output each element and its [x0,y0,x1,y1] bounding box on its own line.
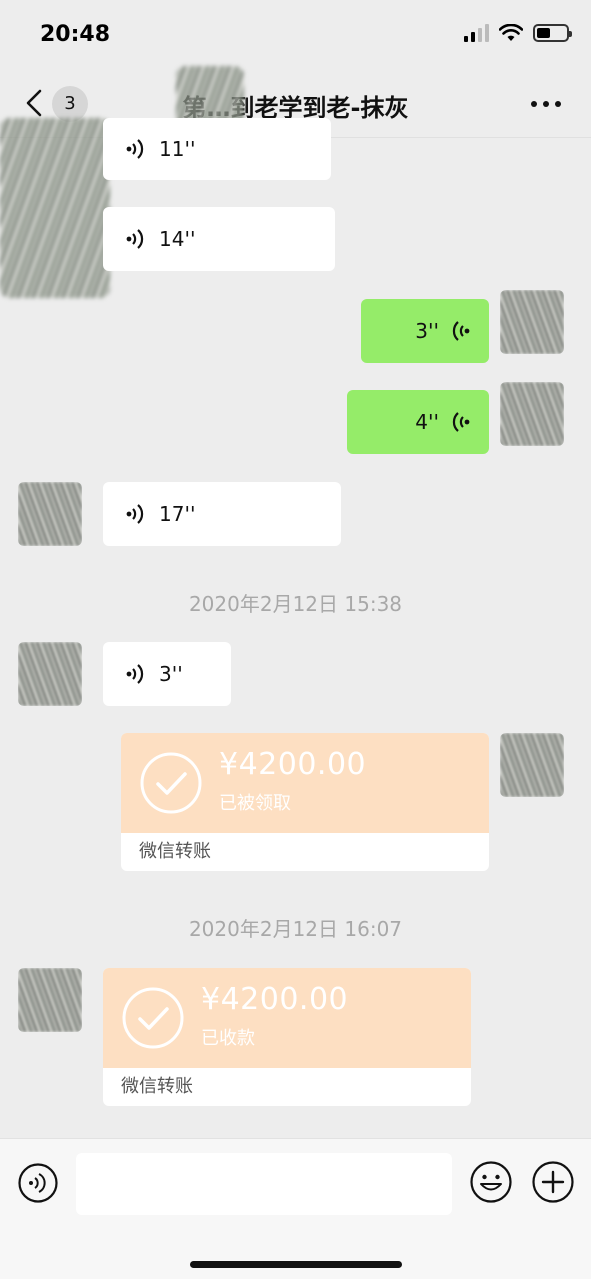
voice-duration: 3'' [415,319,439,343]
voice-duration: 17'' [159,502,196,526]
voice-duration: 14'' [159,227,196,251]
chat-input-bar [0,1138,591,1279]
voice-duration: 3'' [159,662,183,686]
voice-duration: 11'' [159,137,196,161]
status-icons [464,24,572,42]
transfer-status: 已收款 [201,1028,255,1049]
plus-icon[interactable] [532,1161,574,1203]
voice-message[interactable]: 3'' [103,642,231,706]
wifi-icon [499,24,523,41]
voice-icon [126,229,144,249]
transfer-card-top: ¥4200.00 已收款 [103,968,471,1068]
contact-avatar[interactable] [18,968,82,1032]
transfer-status: 已被领取 [219,793,291,814]
emoji-icon[interactable] [470,1161,512,1203]
more-options-icon[interactable] [531,92,561,116]
battery-icon [533,24,572,42]
voice-message[interactable]: 4'' [347,390,489,454]
voice-message[interactable]: 14'' [103,207,335,271]
home-indicator[interactable] [190,1261,402,1268]
transfer-amount: ¥4200.00 [201,982,349,1017]
check-icon [140,752,202,814]
voice-input-icon[interactable] [18,1163,58,1203]
contact-avatar[interactable] [18,642,82,706]
my-avatar[interactable] [500,290,564,354]
voice-icon [126,504,144,524]
signal-icon [464,24,489,42]
voice-message[interactable]: 3'' [361,299,489,363]
status-time: 20:48 [40,22,111,47]
transfer-label: 微信转账 [121,1076,193,1097]
redaction-scribble [0,118,110,298]
transfer-amount: ¥4200.00 [219,747,367,782]
status-bar: 20:48 [0,0,591,70]
message-timestamp: 2020年2月12日 15:38 [188,592,403,616]
my-avatar[interactable] [500,382,564,446]
voice-icon [452,412,470,432]
message-timestamp: 2020年2月12日 16:07 [188,917,403,941]
message-input[interactable] [76,1153,452,1215]
voice-icon [126,664,144,684]
back-icon[interactable] [20,88,50,118]
voice-message[interactable]: 11'' [103,118,331,180]
unread-count-badge[interactable]: 3 [52,86,88,122]
transfer-card[interactable]: ¥4200.00 已收款 微信转账 [103,968,471,1106]
transfer-card[interactable]: ¥4200.00 已被领取 微信转账 [121,733,489,871]
voice-icon [452,321,470,341]
my-avatar[interactable] [500,733,564,797]
voice-message[interactable]: 17'' [103,482,341,546]
contact-avatar[interactable] [18,482,82,546]
transfer-label: 微信转账 [139,841,211,862]
transfer-card-top: ¥4200.00 已被领取 [121,733,489,833]
check-icon [122,987,184,1049]
voice-icon [126,139,144,159]
voice-duration: 4'' [415,410,439,434]
